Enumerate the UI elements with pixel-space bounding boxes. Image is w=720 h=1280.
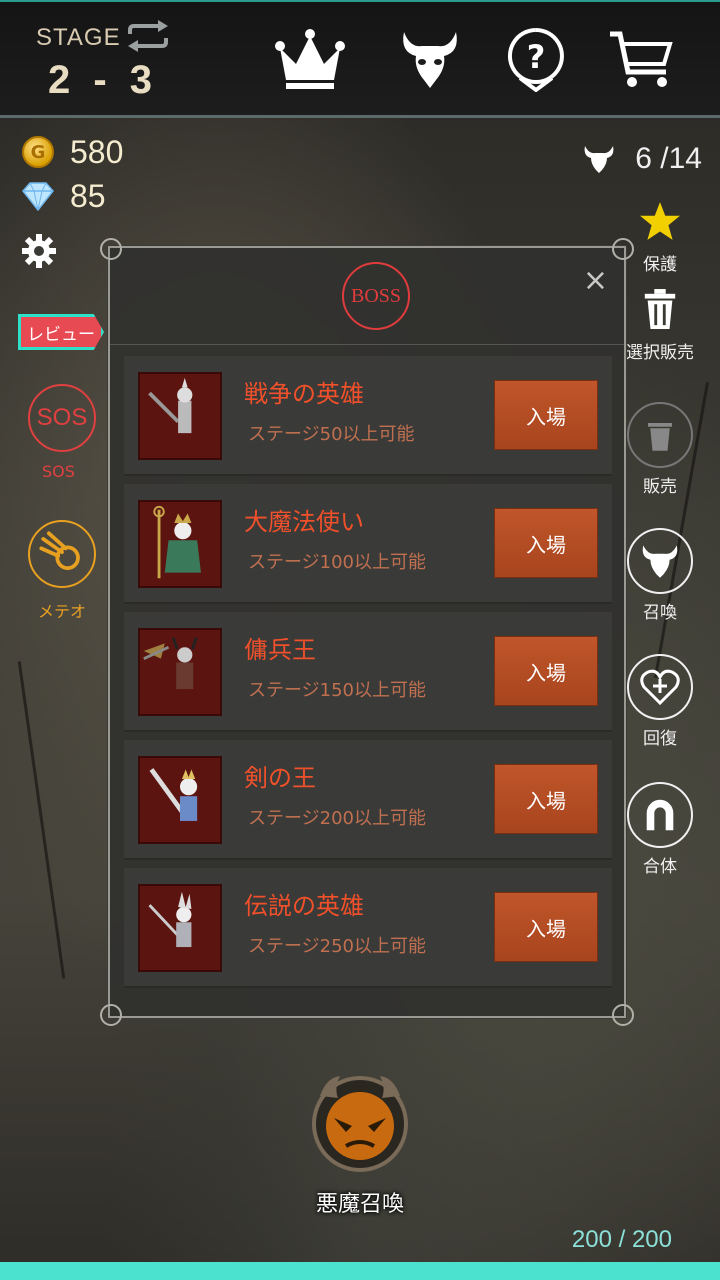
boss-name: 戦争の英雄 xyxy=(244,380,364,408)
merge-button[interactable]: 合体 xyxy=(620,782,700,877)
star-icon xyxy=(640,202,680,240)
hp-text: 200 / 200 xyxy=(571,1226,672,1253)
hp-bar xyxy=(0,1262,720,1280)
boss-name: 傭兵王 xyxy=(244,636,316,664)
stage-label: STAGE xyxy=(36,24,121,51)
frame-corner xyxy=(100,238,122,260)
select-sell-button[interactable]: 選択販売 xyxy=(620,288,700,363)
boss-portrait xyxy=(138,628,222,716)
meteor-caption: メテオ xyxy=(38,602,87,621)
svg-text:?: ? xyxy=(527,38,546,76)
gem-counter: 85 xyxy=(22,178,106,214)
diamond-icon xyxy=(22,182,54,211)
summon-count: 6 /14 xyxy=(581,142,702,176)
boss-row: 傭兵王 ステージ150以上可能 入場 xyxy=(124,612,612,732)
hp-fill xyxy=(0,1262,720,1280)
recover-label: 回復 xyxy=(643,729,677,749)
sword-king-icon xyxy=(149,768,198,821)
boss-name: 大魔法使い xyxy=(244,508,364,536)
divider xyxy=(110,344,624,345)
cart-icon[interactable] xyxy=(606,28,678,92)
trash-icon xyxy=(644,289,676,329)
top-bar: STAGE 2 - 3 ? xyxy=(0,0,720,118)
magnet-icon xyxy=(646,799,674,831)
boss-requirement: ステージ100以上可能 xyxy=(248,552,426,573)
review-button[interactable]: レビュー xyxy=(18,314,104,350)
help-icon[interactable]: ? xyxy=(500,28,572,92)
summon-count-text: 6 /14 xyxy=(635,142,702,175)
demon-summon-label: 悪魔召喚 xyxy=(315,1192,404,1217)
frame-corner xyxy=(612,238,634,260)
frame-corner xyxy=(612,1004,634,1026)
enter-button[interactable]: 入場 xyxy=(494,508,598,578)
boss-name: 剣の王 xyxy=(244,764,316,792)
boss-name: 伝説の英雄 xyxy=(244,892,364,920)
devil-icon xyxy=(642,545,678,578)
enter-button[interactable]: 入場 xyxy=(494,764,598,834)
stage-value: 2 - 3 xyxy=(48,58,159,102)
meteor-button[interactable] xyxy=(28,520,96,588)
frame-corner xyxy=(100,1004,122,1026)
summon-side-button[interactable]: 召喚 xyxy=(620,528,700,623)
boss-portrait xyxy=(138,372,222,460)
select-sell-label: 選択販売 xyxy=(626,343,694,363)
demon-summon-button[interactable] xyxy=(306,1066,414,1174)
sell-button[interactable]: 販売 xyxy=(620,402,700,497)
swordsman-icon xyxy=(148,377,193,434)
boss-badge: BOSS xyxy=(342,262,410,330)
boss-requirement: ステージ250以上可能 xyxy=(248,936,426,957)
summon-circle xyxy=(627,528,693,594)
boss-requirement: ステージ200以上可能 xyxy=(248,808,426,829)
sos-button[interactable]: SOS xyxy=(28,384,96,452)
trash-icon xyxy=(648,423,672,451)
enter-button[interactable]: 入場 xyxy=(494,380,598,450)
gem-amount: 85 xyxy=(70,177,106,214)
sell-label: 販売 xyxy=(643,477,677,497)
heart-plus-icon xyxy=(640,669,680,705)
merge-label: 合体 xyxy=(643,857,677,877)
boss-requirement: ステージ50以上可能 xyxy=(248,424,415,445)
background-tree xyxy=(17,661,66,979)
boss-row: 剣の王 ステージ200以上可能 入場 xyxy=(124,740,612,860)
boss-portrait xyxy=(138,756,222,844)
enter-button[interactable]: 入場 xyxy=(494,892,598,962)
repeat-icon[interactable] xyxy=(124,20,172,52)
boss-row: 戦争の英雄 ステージ50以上可能 入場 xyxy=(124,356,612,476)
summon-side-label: 召喚 xyxy=(643,603,677,623)
boss-row: 伝説の英雄 ステージ250以上可能 入場 xyxy=(124,868,612,988)
devil-icon xyxy=(584,146,614,173)
boss-requirement: ステージ150以上可能 xyxy=(248,680,426,701)
sos-caption: SOS xyxy=(42,462,75,481)
protect-button[interactable]: 保護 xyxy=(620,200,700,275)
close-button[interactable]: × xyxy=(583,266,608,296)
recover-button[interactable]: 回復 xyxy=(620,654,700,749)
enter-button[interactable]: 入場 xyxy=(494,636,598,706)
sell-circle xyxy=(627,402,693,468)
wizard-icon xyxy=(153,505,201,579)
legend-hero-icon xyxy=(148,891,192,948)
mercenary-icon xyxy=(143,637,198,690)
meteor-icon xyxy=(39,531,80,570)
boss-modal: BOSS × 戦争の英雄 ステージ50以上可能 入場 大魔法使い ステージ100… xyxy=(100,238,634,1026)
boss-portrait xyxy=(138,884,222,972)
devil-icon[interactable] xyxy=(394,28,466,92)
coin-amount: 580 xyxy=(70,133,124,170)
crown-icon[interactable] xyxy=(274,28,346,92)
recover-circle xyxy=(627,654,693,720)
coin-counter: G 580 xyxy=(22,134,123,170)
boss-portrait xyxy=(138,500,222,588)
boss-row: 大魔法使い ステージ100以上可能 入場 xyxy=(124,484,612,604)
coin-icon: G xyxy=(22,136,54,168)
gear-icon[interactable] xyxy=(22,234,56,268)
merge-circle xyxy=(627,782,693,848)
